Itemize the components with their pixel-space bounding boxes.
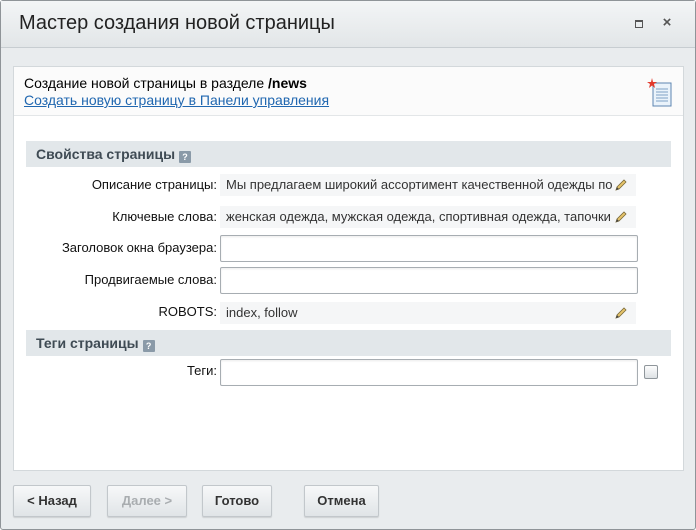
page-properties-header: Свойства страницы? — [26, 141, 671, 167]
close-icon[interactable]: × — [657, 13, 677, 33]
help-icon[interactable]: ? — [142, 340, 155, 352]
keywords-label: Ключевые слова: — [112, 209, 217, 224]
section-caption-text: Создание новой страницы в разделе — [24, 75, 269, 91]
promoted-words-input[interactable] — [220, 267, 638, 294]
tags-label: Теги: — [186, 363, 217, 378]
promoted-words-label: Продвигаемые слова: — [84, 272, 217, 287]
wizard-window: Мастер создания новой страницы × Создани… — [0, 0, 696, 530]
edit-pencil-icon[interactable] — [613, 209, 629, 225]
new-document-icon — [647, 78, 672, 107]
section-caption: Создание новой страницы в разделе /news — [24, 75, 307, 91]
description-label: Описание страницы: — [91, 177, 217, 192]
maximize-icon[interactable] — [629, 13, 649, 33]
cancel-button[interactable]: Отмена — [304, 485, 379, 517]
tags-input[interactable] — [220, 359, 638, 386]
browser-title-label: Заголовок окна браузера: — [61, 240, 217, 255]
tags-toggle-checkbox[interactable] — [644, 365, 658, 379]
back-button[interactable]: < Назад — [13, 485, 91, 517]
robots-label: ROBOTS: — [158, 304, 217, 319]
control-panel-link[interactable]: Создать новую страницу в Панели управлен… — [24, 92, 329, 108]
next-button[interactable]: Далее > — [107, 485, 187, 517]
wizard-content: Создание новой страницы в разделе /news … — [13, 66, 684, 471]
window-title: Мастер создания новой страницы — [19, 12, 335, 34]
edit-pencil-icon[interactable] — [613, 305, 629, 321]
page-properties-title: Свойства страницы — [36, 146, 176, 162]
titlebar[interactable]: Мастер создания новой страницы × — [1, 1, 695, 48]
keywords-value[interactable]: женская одежда, мужская одежда, спортивн… — [220, 206, 636, 228]
robots-value[interactable]: index, follow — [220, 302, 636, 324]
browser-title-input[interactable] — [220, 235, 638, 262]
edit-pencil-icon[interactable] — [613, 177, 629, 193]
page-tags-title: Теги страницы — [36, 335, 139, 351]
page-tags-header: Теги страницы? — [26, 330, 671, 356]
section-path: /news — [268, 75, 307, 91]
wizard-header: Создание новой страницы в разделе /news … — [14, 67, 683, 116]
help-icon[interactable]: ? — [179, 151, 192, 163]
description-value[interactable]: Мы предлагаем широкий ассортимент качест… — [220, 174, 636, 196]
done-button[interactable]: Готово — [202, 485, 272, 517]
